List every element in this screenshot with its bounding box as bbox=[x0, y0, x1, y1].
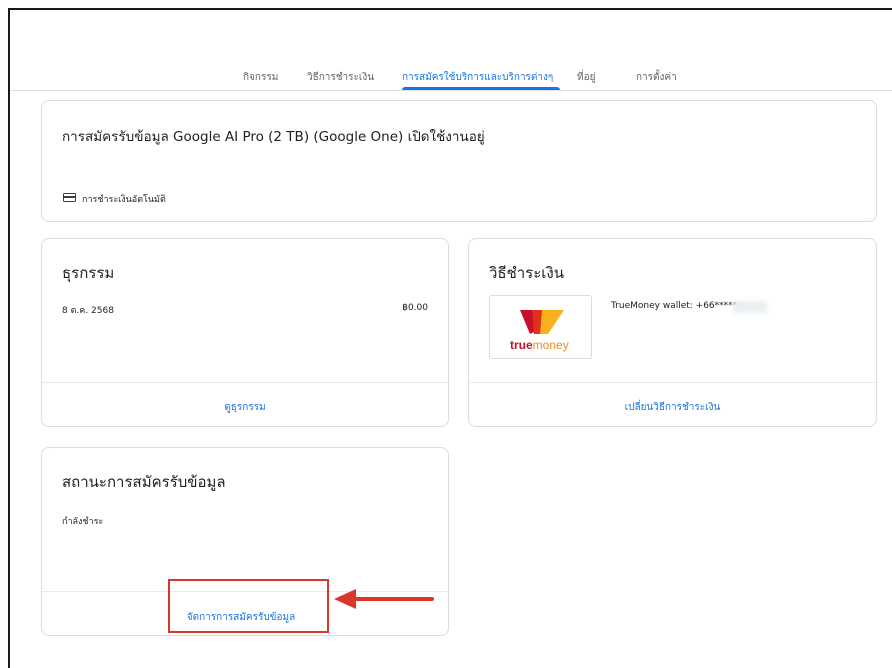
annotation-arrow-icon bbox=[334, 589, 434, 609]
redacted-number bbox=[733, 301, 767, 313]
subscription-summary-card: การสมัครรับข้อมูล Google AI Pro (2 TB) (… bbox=[41, 100, 877, 222]
change-payment-method-link[interactable]: เปลี่ยนวิธีการชำระเงิน bbox=[469, 400, 876, 415]
tab-settings[interactable]: การตั้งค่า bbox=[636, 70, 677, 85]
tab-payment-methods[interactable]: วิธีการชำระเงิน bbox=[307, 70, 374, 85]
annotation-highlight-box bbox=[168, 579, 329, 633]
transactions-title: ธุรกรรม bbox=[62, 264, 115, 282]
view-transactions-link[interactable]: ดูธุรกรรม bbox=[42, 400, 448, 415]
payment-method-title: วิธีชำระเงิน bbox=[489, 264, 564, 282]
subscription-status-title: สถานะการสมัครรับข้อมูล bbox=[62, 473, 226, 491]
truemoney-wordmark-true: true bbox=[510, 338, 533, 352]
tab-addresses[interactable]: ที่อยู่ bbox=[577, 70, 595, 85]
payment-method-card: วิธีชำระเงิน truemoney TrueMoney wallet:… bbox=[468, 238, 877, 427]
tab-subscriptions[interactable]: การสมัครใช้บริการและบริการต่างๆ bbox=[402, 70, 553, 85]
card-divider bbox=[469, 382, 876, 383]
truemoney-logo: truemoney bbox=[489, 295, 592, 359]
transaction-amount: ฿0.00 bbox=[402, 303, 428, 313]
transaction-date: 8 ต.ค. 2568 bbox=[62, 306, 114, 316]
truemoney-wordmark: truemoney bbox=[510, 338, 569, 352]
browser-page-frame: กิจกรรม วิธีการชำระเงิน การสมัครใช้บริกา… bbox=[8, 8, 892, 668]
payment-method-detail: TrueMoney wallet: +66***** bbox=[611, 301, 738, 311]
autopay-label: การชำระเงินอัตโนมัติ bbox=[82, 195, 166, 205]
subscription-status-value: กำลังชำระ bbox=[62, 517, 104, 527]
active-tab-indicator bbox=[402, 87, 560, 90]
tab-activity[interactable]: กิจกรรม bbox=[243, 70, 278, 85]
subscription-title: การสมัครรับข้อมูล Google AI Pro (2 TB) (… bbox=[62, 129, 485, 145]
transactions-card: ธุรกรรม 8 ต.ค. 2568 ฿0.00 ดูธุรกรรม bbox=[41, 238, 449, 427]
truemoney-wordmark-money: money bbox=[532, 338, 569, 352]
card-divider bbox=[42, 382, 448, 383]
tab-bar: กิจกรรม วิธีการชำระเงิน การสมัครใช้บริกา… bbox=[10, 10, 892, 91]
credit-card-icon bbox=[63, 193, 76, 202]
